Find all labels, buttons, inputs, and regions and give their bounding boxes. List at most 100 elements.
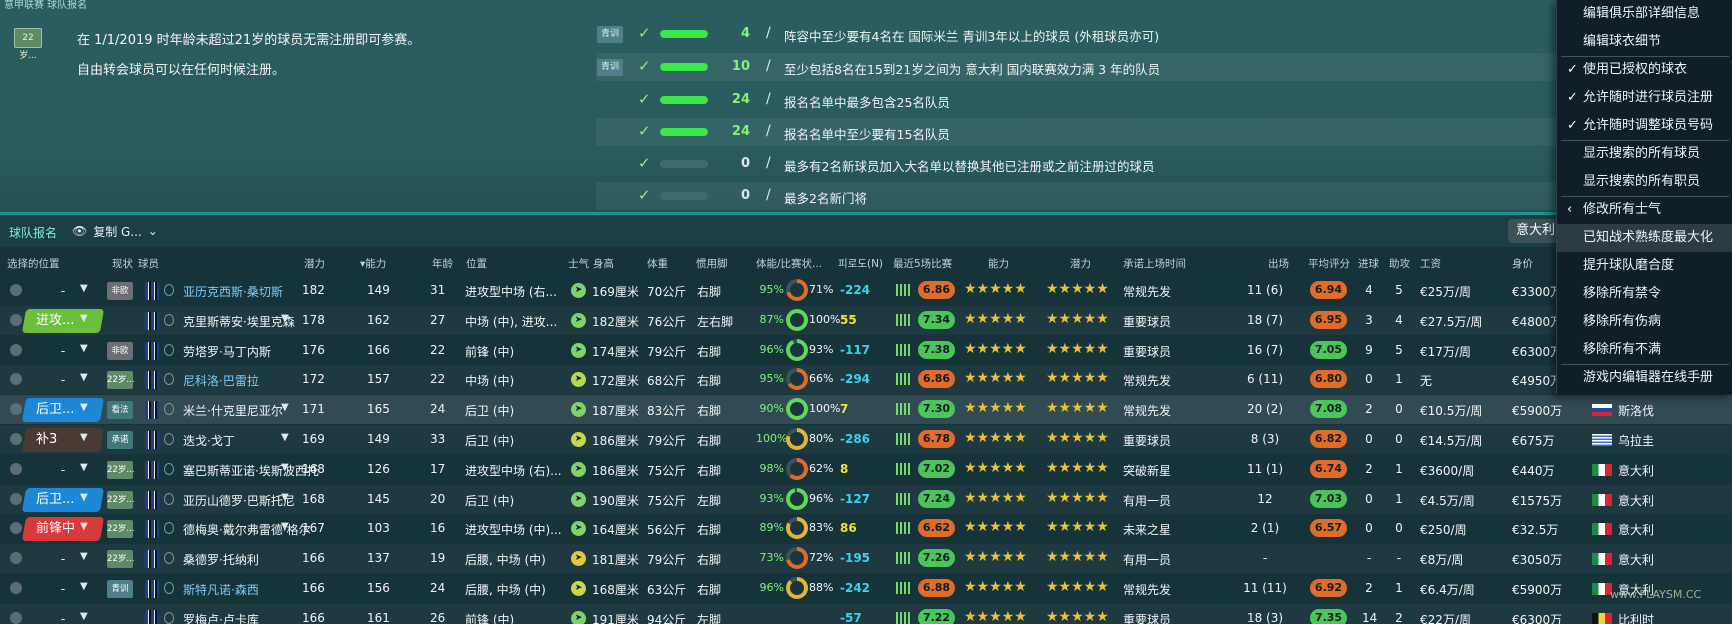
col-potential[interactable]: 潜力	[304, 256, 325, 271]
col-condition[interactable]: 体能/比赛状...	[756, 256, 822, 271]
player-name[interactable]: 迭戈·戈丁	[183, 432, 235, 449]
table-row[interactable]: 补3 ▼ 承诺 迭戈·戈丁 ▼ 169 149 33 后卫 (中) ➤ 186厘米 79公斤 右脚 100…	[0, 425, 1732, 454]
chevron-down-icon[interactable]: ▼	[281, 521, 289, 532]
menu-item[interactable]: ‹ 修改所有士气	[1557, 196, 1732, 224]
col-status[interactable]: 现状	[112, 256, 133, 271]
col-weight[interactable]: 体重	[647, 256, 668, 271]
player-name[interactable]: 塞巴斯蒂亚诺·埃斯波西托	[183, 462, 319, 479]
chevron-down-icon[interactable]: ▼	[80, 581, 88, 592]
table-row[interactable]: 前锋中 ▼ 22岁... 德梅奥·戴尔弗雷德·格尔 ▼ 167 103 16 进攻型中场 (中)…	[0, 514, 1732, 543]
menu-item[interactable]: 提升球队磨合度	[1557, 252, 1732, 280]
col-morale[interactable]: 士气	[568, 256, 589, 271]
col-avg-rating[interactable]: 平均评分	[1308, 256, 1350, 271]
table-row[interactable]: 进攻... ▼ 克里斯蒂安·埃里克森 ▼ 178 162 27 中场 (中), 进攻... ➤ 1…	[0, 306, 1732, 335]
menu-item[interactable]: 移除所有不满	[1557, 336, 1732, 364]
row-checkbox[interactable]	[10, 582, 22, 594]
row-checkbox[interactable]	[10, 343, 22, 356]
row-checkbox[interactable]	[10, 373, 22, 386]
col-apps[interactable]: 出场	[1268, 256, 1289, 271]
chevron-down-icon[interactable]: ▼	[281, 402, 289, 413]
row-checkbox[interactable]	[10, 462, 22, 475]
col-age[interactable]: 年龄	[432, 256, 453, 271]
col-ability-stars[interactable]: 能力	[988, 256, 1009, 271]
table-row[interactable]: - ▼ 非欧 劳塔罗·马丁内斯 176 166 22 前锋 (中) ➤ 174厘米 79公斤 右脚 96…	[0, 336, 1732, 365]
table-row[interactable]: - ▼ 22岁... 桑德罗·托纳利 166 137 19 后腰, 中场 (中) ➤ 181厘米 7…	[0, 544, 1732, 573]
col-foot[interactable]: 惯用脚	[696, 256, 728, 271]
row-checkbox[interactable]	[10, 611, 22, 624]
position-select[interactable]: 后卫...	[21, 487, 105, 512]
copy-view-button[interactable]: 👁 复制 G... ⌄	[64, 220, 166, 242]
menu-item[interactable]: 编辑俱乐部详细信息	[1557, 0, 1732, 28]
player-name[interactable]: 尼科洛·巴雷拉	[183, 372, 259, 389]
player-name[interactable]: 斯特凡诺·森西	[183, 581, 259, 598]
chevron-down-icon[interactable]: ▼	[281, 432, 289, 443]
col-potential-stars[interactable]: 潜力	[1070, 256, 1091, 271]
position-select[interactable]: 补3	[21, 428, 105, 452]
row-checkbox[interactable]	[10, 313, 22, 326]
row-checkbox[interactable]	[10, 522, 22, 535]
menu-item[interactable]: 已知战术熟练度最大化	[1557, 224, 1732, 252]
chevron-down-icon[interactable]: ▼	[80, 372, 88, 383]
table-row[interactable]: - ▼ 青训 斯特凡诺·森西 166 156 24 后腰, 中场 (中) ➤ 168厘米 63公斤右…	[0, 574, 1732, 603]
chevron-down-icon[interactable]: ▼	[80, 343, 88, 354]
table-row[interactable]: 后卫... ▼ 看法 米兰·什克里尼亚尔 ▼ 171 165 24 后卫 (中) ➤ 187厘米 83…	[0, 395, 1732, 425]
menu-item[interactable]: 编辑球衣细节	[1557, 28, 1732, 56]
col-goals[interactable]: 进球	[1358, 256, 1379, 271]
position-select[interactable]: -	[24, 608, 102, 624]
menu-item[interactable]: ✓ 允许随时进行球员注册	[1557, 84, 1732, 112]
position-select[interactable]: 后卫...	[21, 398, 105, 423]
chevron-down-icon[interactable]: ▼	[80, 283, 88, 294]
position-select[interactable]: -	[24, 369, 102, 391]
row-checkbox[interactable]	[10, 552, 22, 565]
player-name[interactable]: 德梅奥·戴尔弗雷德·格尔	[183, 521, 311, 538]
table-row[interactable]: - ▼ 罗梅卢·卢卡库 166 161 26 前锋 (中) ➤ 191厘米 94公斤 左脚 -57 7.…	[0, 604, 1732, 624]
player-name[interactable]: 亚历克西斯·桑切斯	[183, 283, 283, 300]
player-name[interactable]: 劳塔罗·马丁内斯	[183, 343, 271, 360]
menu-item[interactable]: 移除所有伤病	[1557, 308, 1732, 336]
player-name[interactable]: 罗梅卢·卢卡库	[183, 611, 259, 624]
col-sharpness[interactable]: 피로도(N)	[838, 256, 883, 271]
chevron-down-icon[interactable]: ▼	[281, 313, 289, 324]
table-row[interactable]: - ▼ 非欧 亚历克西斯·桑切斯 182 149 31 进攻型中场 (右... ➤ 169厘米 70…	[0, 276, 1732, 305]
col-position[interactable]: 位置	[466, 256, 487, 271]
position-select[interactable]: 进攻...	[21, 308, 105, 333]
col-wage[interactable]: 工资	[1420, 256, 1441, 271]
col-assists[interactable]: 助攻	[1389, 256, 1410, 271]
col-value[interactable]: 身价	[1512, 256, 1533, 271]
chevron-down-icon[interactable]: ▼	[80, 521, 88, 532]
position-select[interactable]: 前锋中	[21, 517, 105, 542]
col-ability[interactable]: ▾能力	[360, 256, 386, 271]
chevron-down-icon[interactable]: ▼	[281, 492, 289, 503]
chevron-down-icon[interactable]: ▼	[80, 462, 88, 473]
col-promised-time[interactable]: 承诺上场时间	[1123, 256, 1186, 271]
menu-item[interactable]: 游戏内编辑器在线手册	[1557, 364, 1732, 392]
position-select[interactable]: -	[24, 459, 102, 481]
row-checkbox[interactable]	[10, 433, 22, 445]
chevron-down-icon[interactable]: ▼	[80, 611, 88, 622]
row-checkbox[interactable]	[10, 284, 22, 296]
chevron-down-icon[interactable]: ▼	[80, 402, 88, 413]
player-name[interactable]: 桑德罗·托纳利	[183, 551, 259, 568]
player-name[interactable]: 米兰·什克里尼亚尔	[183, 402, 283, 419]
position-select[interactable]: -	[24, 548, 102, 570]
row-checkbox[interactable]	[10, 492, 22, 505]
col-player[interactable]: 球员	[138, 256, 159, 271]
chevron-down-icon[interactable]: ▼	[80, 551, 88, 562]
menu-item[interactable]: ✓ 允许随时调整球员号码	[1557, 112, 1732, 140]
position-select[interactable]: -	[24, 340, 102, 362]
menu-item[interactable]: ✓ 使用已授权的球衣	[1557, 56, 1732, 84]
chevron-down-icon[interactable]: ▼	[80, 492, 88, 503]
table-row[interactable]: - ▼ 22岁... 塞巴斯蒂亚诺·埃斯波西托 ▼ 168 126 17 进攻型中场 (右)..…	[0, 455, 1732, 484]
col-height[interactable]: 身高	[593, 256, 614, 271]
position-select[interactable]: -	[24, 280, 102, 302]
chevron-down-icon[interactable]: ▼	[281, 462, 289, 473]
col-last5[interactable]: 最近5场比赛	[893, 256, 952, 271]
menu-item[interactable]: 显示搜索的所有球员	[1557, 140, 1732, 168]
table-row[interactable]: - ▼ 22岁... 尼科洛·巴雷拉 172 157 22 中场 (中) ➤ 172厘米 68公斤右…	[0, 365, 1732, 394]
player-name[interactable]: 亚历山德罗·巴斯托尼	[183, 492, 295, 509]
table-row[interactable]: 后卫... ▼ 22岁... 亚历山德罗·巴斯托尼 ▼ 168 145 20 后卫 (中) ➤ 19…	[0, 485, 1732, 514]
col-selected-position[interactable]: 选择的位置	[7, 256, 60, 271]
chevron-down-icon[interactable]: ▼	[80, 432, 88, 443]
chevron-down-icon[interactable]: ▼	[80, 313, 88, 324]
row-checkbox[interactable]	[10, 403, 22, 416]
